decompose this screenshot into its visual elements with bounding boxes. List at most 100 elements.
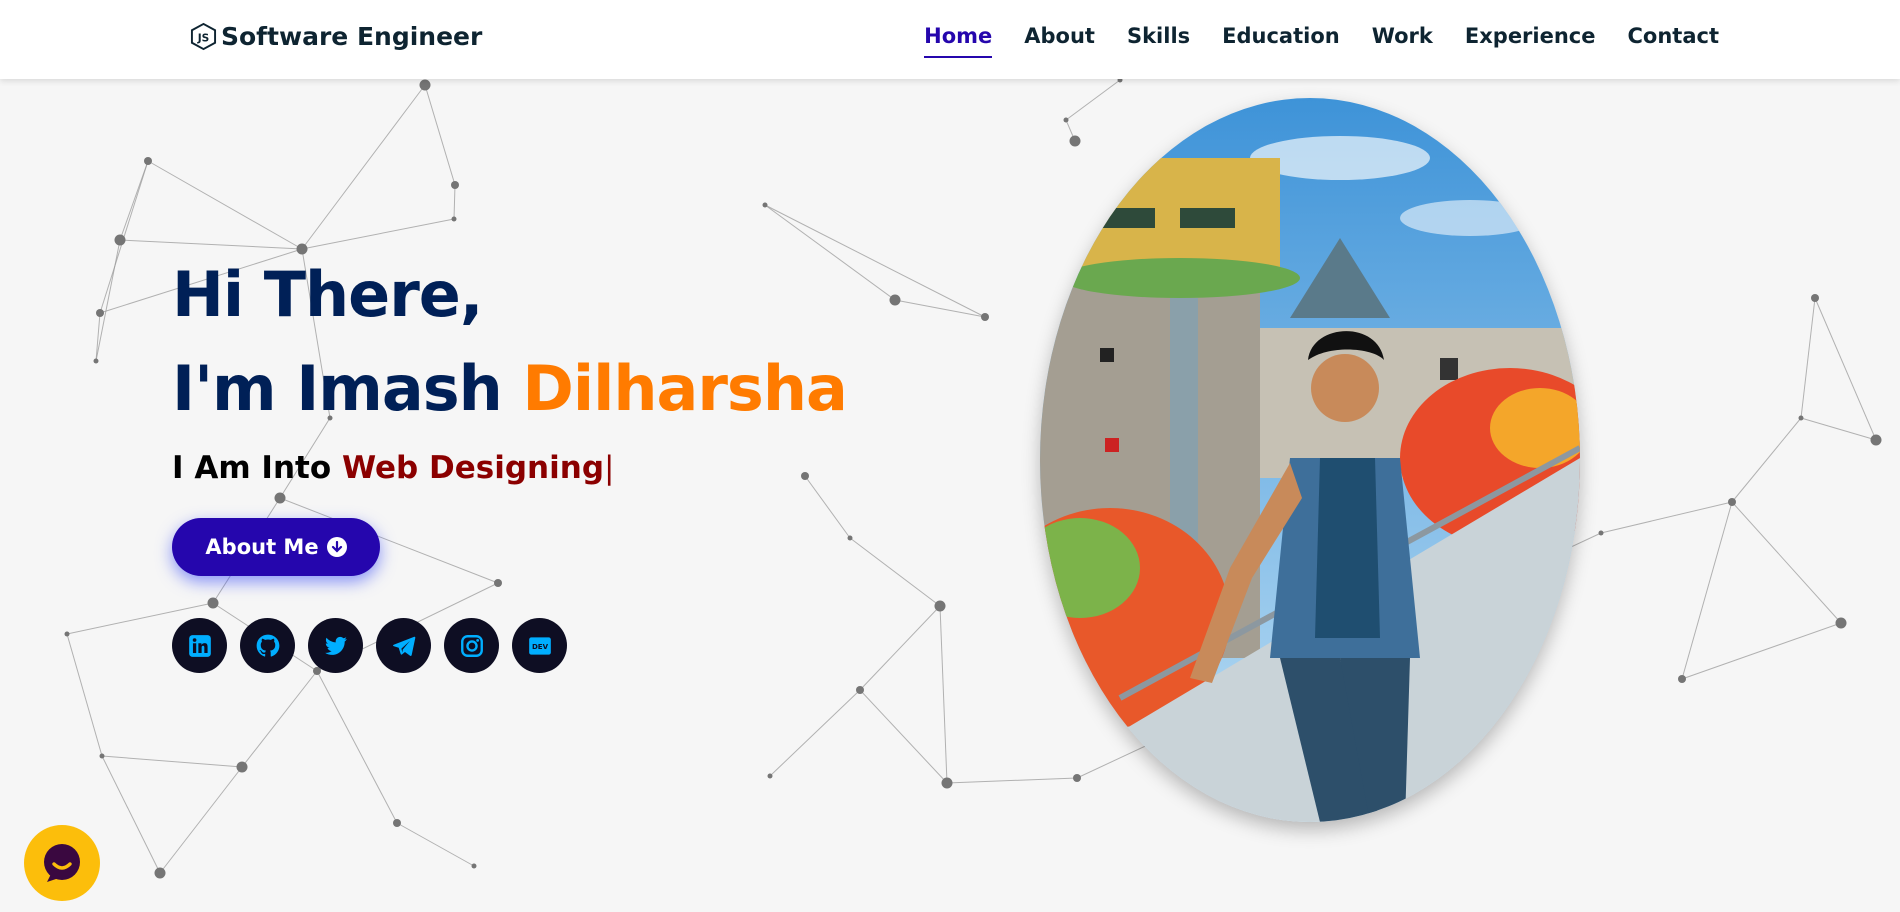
network-node bbox=[981, 313, 989, 321]
hero-name: Dilharsha bbox=[522, 352, 847, 425]
instagram-icon bbox=[460, 634, 483, 657]
instagram-link[interactable] bbox=[444, 618, 499, 673]
typing-line: I Am Into Web Designing| bbox=[172, 450, 847, 486]
network-node bbox=[1073, 774, 1081, 782]
linkedin-icon bbox=[188, 634, 211, 657]
nav-education[interactable]: Education bbox=[1222, 24, 1340, 58]
network-link bbox=[159, 766, 243, 874]
network-node bbox=[93, 358, 99, 364]
network-link bbox=[95, 312, 101, 362]
network-link bbox=[1800, 417, 1877, 441]
nav-skills[interactable]: Skills bbox=[1127, 24, 1190, 58]
network-link bbox=[396, 822, 475, 867]
github-icon bbox=[256, 634, 279, 657]
network-node bbox=[847, 535, 853, 541]
nav-about[interactable]: About bbox=[1024, 24, 1095, 58]
network-link bbox=[1065, 79, 1121, 121]
site-header: JS Software Engineer Home About Skills E… bbox=[0, 0, 1900, 79]
network-link bbox=[424, 84, 456, 186]
intro-prefix: I'm Imash bbox=[172, 352, 503, 425]
network-link bbox=[101, 755, 243, 768]
network-node bbox=[1798, 415, 1804, 421]
network-node bbox=[934, 600, 946, 612]
network-link bbox=[946, 777, 1078, 784]
network-node bbox=[236, 761, 248, 773]
network-link bbox=[939, 605, 948, 784]
network-node bbox=[207, 597, 219, 609]
twitter-link[interactable] bbox=[308, 618, 363, 673]
network-node bbox=[1063, 117, 1069, 123]
network-link bbox=[301, 84, 426, 250]
network-node bbox=[451, 216, 457, 222]
network-link bbox=[147, 160, 303, 250]
svg-text:JS: JS bbox=[197, 32, 210, 44]
brand-logo[interactable]: JS Software Engineer bbox=[190, 22, 482, 51]
nodejs-icon: JS bbox=[190, 22, 217, 51]
twitter-icon bbox=[324, 636, 347, 655]
network-link bbox=[1731, 417, 1802, 503]
nav-work[interactable]: Work bbox=[1372, 24, 1433, 58]
brand-text: Software Engineer bbox=[221, 22, 483, 51]
network-node bbox=[1870, 434, 1882, 446]
typed-text: Web Designing bbox=[341, 450, 605, 486]
network-link bbox=[453, 184, 456, 220]
dev-icon: DEV bbox=[528, 636, 551, 655]
nav-experience[interactable]: Experience bbox=[1465, 24, 1596, 58]
network-node bbox=[1678, 675, 1686, 683]
network-link bbox=[101, 755, 161, 874]
network-node bbox=[762, 202, 768, 208]
network-node bbox=[1069, 135, 1081, 147]
dev-link[interactable]: DEV bbox=[512, 618, 567, 673]
network-link bbox=[1731, 501, 1842, 624]
network-node bbox=[856, 686, 864, 694]
profile-photo-illustration bbox=[1040, 98, 1580, 822]
network-node bbox=[1598, 530, 1604, 536]
network-node bbox=[154, 867, 166, 879]
network-link bbox=[859, 605, 941, 691]
typing-cursor: | bbox=[604, 450, 615, 486]
main-nav: Home About Skills Education Work Experie… bbox=[924, 24, 1719, 58]
network-link bbox=[316, 670, 398, 824]
network-node bbox=[393, 819, 401, 827]
profile-photo bbox=[1040, 98, 1580, 822]
chat-widget-button[interactable] bbox=[24, 825, 100, 901]
network-link bbox=[1814, 297, 1877, 441]
nav-home[interactable]: Home bbox=[924, 24, 993, 58]
network-link bbox=[66, 633, 103, 757]
hero-text: Hi There, I'm Imash Dilharsha I Am Into … bbox=[172, 248, 848, 486]
github-link[interactable] bbox=[240, 618, 295, 673]
network-node bbox=[767, 773, 773, 779]
network-link bbox=[95, 239, 121, 362]
network-node bbox=[64, 631, 70, 637]
network-node bbox=[494, 579, 502, 587]
network-node bbox=[419, 79, 431, 91]
about-me-label: About Me bbox=[205, 535, 319, 559]
typing-prefix: I Am Into bbox=[172, 450, 332, 486]
hero-heading: Hi There, I'm Imash Dilharsha bbox=[172, 248, 848, 436]
network-link bbox=[859, 689, 948, 784]
network-link bbox=[849, 537, 941, 607]
network-node bbox=[471, 863, 477, 869]
network-node bbox=[941, 777, 953, 789]
network-link bbox=[769, 689, 861, 777]
network-node bbox=[1835, 617, 1847, 629]
network-link bbox=[1800, 297, 1816, 419]
social-links: DEV bbox=[172, 618, 567, 673]
arrow-circle-down-icon bbox=[326, 537, 347, 557]
network-node bbox=[889, 294, 901, 306]
chat-bubble-icon bbox=[44, 844, 80, 882]
network-node bbox=[1728, 498, 1736, 506]
about-me-button[interactable]: About Me bbox=[172, 518, 380, 576]
network-link bbox=[301, 218, 455, 250]
telegram-link[interactable] bbox=[376, 618, 431, 673]
linkedin-link[interactable] bbox=[172, 618, 227, 673]
network-node bbox=[1811, 294, 1819, 302]
network-node bbox=[144, 157, 152, 165]
network-node bbox=[274, 492, 286, 504]
network-link bbox=[894, 299, 986, 318]
telegram-icon bbox=[392, 636, 415, 656]
network-link bbox=[1681, 501, 1733, 680]
network-node bbox=[114, 234, 126, 246]
nav-contact[interactable]: Contact bbox=[1628, 24, 1720, 58]
greeting: Hi There, bbox=[172, 258, 483, 331]
